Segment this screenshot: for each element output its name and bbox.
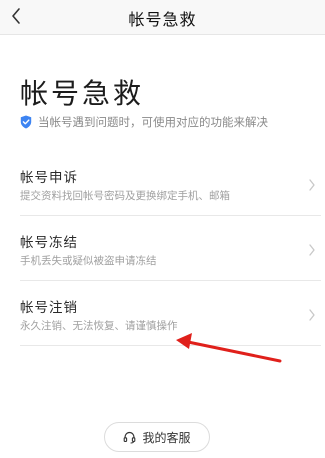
headset-icon (123, 431, 136, 444)
menu-item-title: 帐号冻结 (20, 235, 78, 251)
customer-service-label: 我的客服 (142, 430, 191, 445)
page-subtitle: 当帐号遇到问题时，可使用对应的功能来解决 (38, 115, 268, 129)
page-title: 帐号急救 (20, 77, 145, 110)
menu-item-freeze[interactable]: 帐号冻结 手机丢失或疑似被盗申请冻结 (20, 231, 315, 293)
chevron-right-icon (309, 244, 315, 256)
shield-check-icon (20, 115, 32, 129)
menu-item-appeal[interactable]: 帐号申诉 提交资料找回帐号密码及更换绑定手机、邮箱 (20, 166, 315, 228)
nav-title: 帐号急救 (128, 10, 197, 29)
divider (20, 280, 321, 281)
chevron-right-icon (309, 179, 315, 191)
menu-item-title: 帐号注销 (20, 300, 78, 316)
annotation-arrow-icon (176, 333, 282, 363)
menu-item-desc: 手机丢失或疑似被盗申请冻结 (20, 255, 157, 267)
menu-item-desc: 提交资料找回帐号密码及更换绑定手机、邮箱 (20, 190, 230, 202)
menu-item-desc: 永久注销、无法恢复、请谨慎操作 (20, 320, 178, 332)
nav-bar: 帐号急救 (0, 0, 325, 35)
menu-item-title: 帐号申诉 (20, 170, 78, 186)
subtitle-row: 当帐号遇到问题时，可使用对应的功能来解决 (20, 114, 268, 130)
divider (20, 215, 321, 216)
customer-service-button[interactable]: 我的客服 (104, 422, 210, 452)
chevron-right-icon (309, 309, 315, 321)
